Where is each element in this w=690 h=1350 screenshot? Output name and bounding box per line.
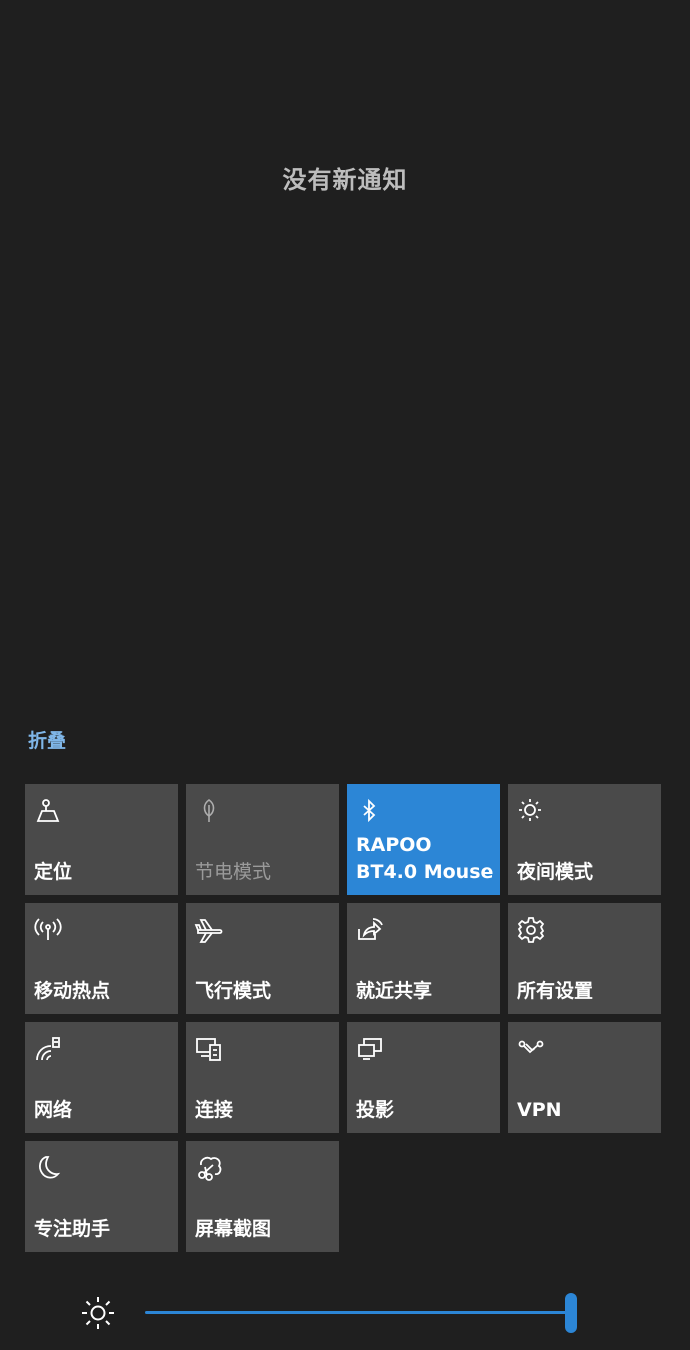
airplane-icon [194,915,224,945]
night-light-icon [516,796,546,826]
tile-bluetooth[interactable]: RAPOO BT4.0 Mouse [347,784,500,895]
bluetooth-icon [355,796,385,826]
tile-label: VPN [517,1099,562,1121]
tile-label: 移动热点 [34,980,111,1002]
tile-label: 就近共享 [356,980,433,1002]
tile-label: 投影 [356,1099,395,1121]
focus-assist-moon-icon [33,1153,63,1183]
no-notifications-text: 没有新通知 [282,166,408,194]
vpn-icon [516,1034,546,1064]
brightness-sun-icon [79,1294,117,1332]
tile-network[interactable]: 网络 [25,1022,178,1133]
tile-vpn[interactable]: VPN [508,1022,661,1133]
tile-airplane-mode[interactable]: 飞行模式 [186,903,339,1014]
tile-location[interactable]: 定位 [25,784,178,895]
nearby-share-icon [355,915,385,945]
settings-gear-icon [516,915,546,945]
tile-label: 专注助手 [34,1218,111,1240]
tile-label: 定位 [34,861,73,883]
mobile-hotspot-icon [33,915,63,945]
connect-icon [194,1034,224,1064]
tile-connect[interactable]: 连接 [186,1022,339,1133]
collapse-button[interactable]: 折叠 [28,726,66,753]
tile-label: 连接 [195,1099,234,1121]
brightness-slider-track[interactable] [145,1311,571,1314]
tile-label: 飞行模式 [195,980,272,1002]
network-icon [33,1034,63,1064]
tile-mobile-hotspot[interactable]: 移动热点 [25,903,178,1014]
brightness-control [0,1290,690,1338]
tile-label: 屏幕截图 [195,1218,272,1240]
tile-label: 节电模式 [195,861,272,883]
tile-label: 夜间模式 [517,861,594,883]
project-icon [355,1034,385,1064]
battery-saver-icon [194,796,224,826]
screen-snip-icon [194,1153,224,1183]
brightness-slider-thumb[interactable] [565,1293,577,1333]
tile-label: 网络 [34,1099,73,1121]
tile-project[interactable]: 投影 [347,1022,500,1133]
action-center: 没有新通知 折叠 定位 节电模式 RAPOO BT4.0 Mouse 夜间模式 … [0,0,690,1350]
tile-night-light[interactable]: 夜间模式 [508,784,661,895]
tile-focus-assist[interactable]: 专注助手 [25,1141,178,1252]
tile-label: 所有设置 [517,980,594,1002]
tile-all-settings[interactable]: 所有设置 [508,903,661,1014]
tile-nearby-share[interactable]: 就近共享 [347,903,500,1014]
tile-label: RAPOO BT4.0 Mouse [356,834,494,883]
location-icon [33,796,63,826]
tile-battery-saver[interactable]: 节电模式 [186,784,339,895]
tile-screen-snip[interactable]: 屏幕截图 [186,1141,339,1252]
